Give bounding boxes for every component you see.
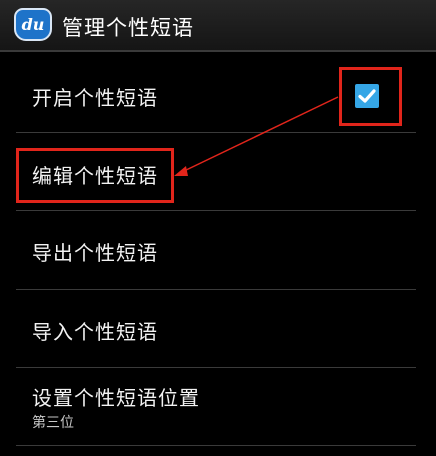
annotation-arrow (174, 96, 339, 176)
